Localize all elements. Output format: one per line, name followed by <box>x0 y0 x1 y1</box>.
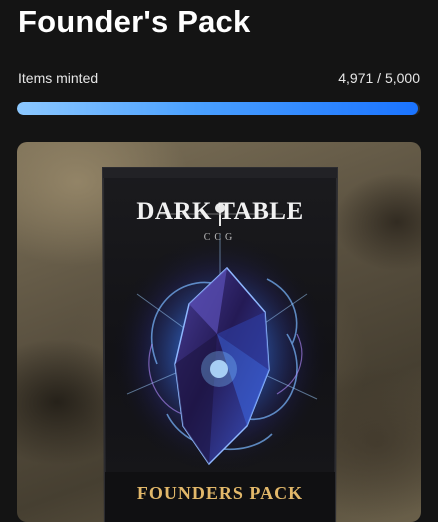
pack-artwork: DARK TABLE CCG FOUNDERS PACK <box>97 164 343 522</box>
items-minted-label: Items minted <box>18 70 99 86</box>
mint-progress-bar <box>17 102 420 115</box>
pack-image-card[interactable]: DARK TABLE CCG FOUNDERS PACK <box>17 142 421 522</box>
mint-progress-fill <box>17 102 418 115</box>
pack-brand-subtitle: CCG <box>203 232 237 243</box>
page-title: Founder's Pack <box>18 4 251 39</box>
pack-name-label: FOUNDERS PACK <box>136 483 304 503</box>
pack-brand-logo: DARK TABLE <box>136 198 304 225</box>
items-minted-count: 4,971 / 5,000 <box>338 70 420 86</box>
mint-status: Items minted 4,971 / 5,000 <box>18 70 420 86</box>
